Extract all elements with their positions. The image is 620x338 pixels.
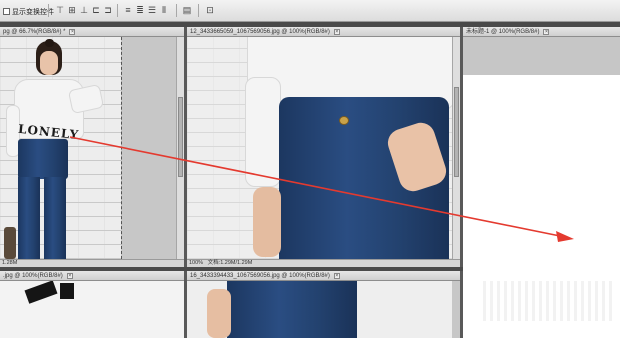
drag-arrow-overlay bbox=[69, 136, 574, 242]
drag-arrow-line bbox=[69, 136, 561, 237]
drag-arrow-head bbox=[556, 231, 574, 242]
